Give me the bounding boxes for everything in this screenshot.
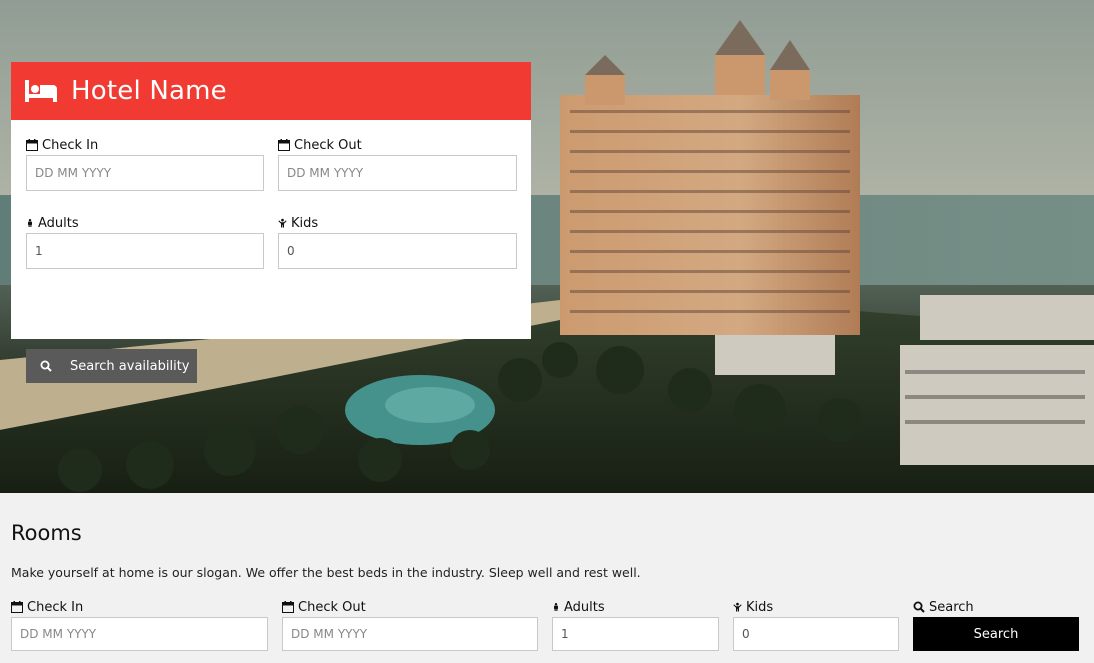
- check-in-input[interactable]: [26, 155, 264, 191]
- rooms-adults-label: Adults: [552, 599, 719, 615]
- adults-input[interactable]: [26, 233, 264, 269]
- search-icon: [40, 360, 52, 372]
- rooms-search-field: Search Search: [913, 599, 1080, 651]
- kids-field: Kids: [278, 215, 517, 269]
- rooms-search-label: Search: [913, 599, 1080, 615]
- check-out-field: Check Out: [278, 137, 517, 191]
- calendar-icon: [278, 139, 290, 151]
- rooms-check-in-field: Check In: [11, 599, 268, 651]
- calendar-icon: [11, 601, 23, 613]
- kids-label: Kids: [278, 215, 517, 231]
- booking-panel: Hotel Name Check In DD MM YYYY Check Out…: [11, 62, 531, 383]
- child-icon: [278, 218, 287, 228]
- rooms-description: Make yourself at home is our slogan. We …: [11, 565, 641, 580]
- check-in-field: Check In: [26, 137, 264, 191]
- rooms-check-in-input[interactable]: [11, 617, 268, 651]
- rooms-adults-field: Adults: [552, 599, 719, 651]
- check-in-label: Check In: [26, 137, 264, 153]
- bed-icon: [25, 80, 57, 102]
- panel-header: Hotel Name: [11, 62, 531, 120]
- adults-field: Adults: [26, 215, 264, 269]
- check-out-input[interactable]: [278, 155, 517, 191]
- rooms-check-out-input[interactable]: [282, 617, 538, 651]
- rooms-kids-field: Kids: [733, 599, 899, 651]
- search-availability-button[interactable]: Search availability: [26, 349, 197, 383]
- search-icon: [913, 601, 925, 613]
- rooms-check-out-field: Check Out: [282, 599, 538, 651]
- child-icon: [733, 602, 742, 612]
- rooms-kids-label: Kids: [733, 599, 899, 615]
- rooms-kids-input[interactable]: [733, 617, 899, 651]
- rooms-section: Rooms Make yourself at home is our sloga…: [0, 493, 1094, 663]
- male-icon: [28, 219, 32, 227]
- calendar-icon: [282, 601, 294, 613]
- rooms-adults-input[interactable]: [552, 617, 719, 651]
- rooms-title: Rooms: [11, 521, 82, 545]
- calendar-icon: [26, 139, 38, 151]
- rooms-check-out-label: Check Out: [282, 599, 538, 615]
- adults-label: Adults: [26, 215, 264, 231]
- kids-input[interactable]: [278, 233, 517, 269]
- male-icon: [554, 603, 558, 611]
- check-out-label: Check Out: [278, 137, 517, 153]
- rooms-check-in-label: Check In: [11, 599, 268, 615]
- rooms-search-button[interactable]: Search: [913, 617, 1079, 651]
- hotel-name-title: Hotel Name: [71, 76, 227, 106]
